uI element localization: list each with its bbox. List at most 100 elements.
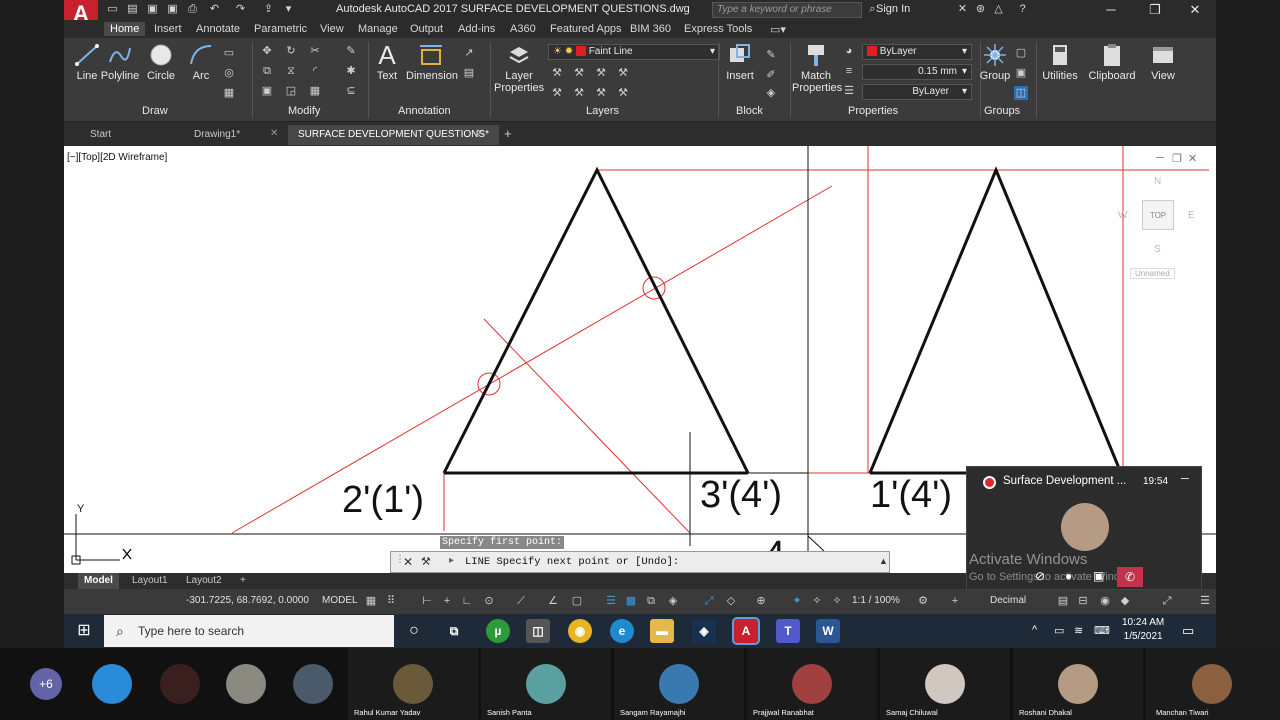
compass-east[interactable]: E	[1188, 210, 1195, 221]
lineweight-toggle-icon[interactable]: ☰	[604, 594, 618, 608]
viewport-close-icon[interactable]: ✕	[1188, 152, 1197, 165]
edge-icon[interactable]: e	[610, 619, 634, 643]
steam-icon[interactable]: ◈	[692, 619, 716, 643]
viewcube-top-face[interactable]: TOP	[1142, 200, 1174, 230]
new-tab-icon[interactable]: +	[504, 126, 512, 141]
share-icon[interactable]: ⇪	[262, 3, 275, 16]
infer-constraints-icon[interactable]: ⊢	[420, 594, 434, 608]
modify-panel-label[interactable]: Modify	[288, 105, 320, 117]
notifications-icon[interactable]: ▭	[1182, 623, 1194, 639]
word-icon[interactable]: W	[816, 619, 840, 643]
tab-home[interactable]: Home	[104, 22, 146, 36]
model-space-button[interactable]: MODEL	[322, 595, 358, 606]
help-icon[interactable]: ?	[1016, 3, 1029, 16]
minimize-button[interactable]: ─	[1092, 0, 1130, 20]
annotation-panel-label[interactable]: Annotation	[398, 105, 451, 117]
quick-properties-icon[interactable]: ▤	[1056, 594, 1070, 608]
workspace-gear-icon[interactable]: ⚙	[916, 594, 930, 608]
store-icon[interactable]: ◫	[526, 619, 550, 643]
layer-properties-button[interactable]: Layer Properties	[494, 42, 544, 94]
layer-tool-icon[interactable]: ⚒	[550, 86, 564, 100]
dynamic-ucs-icon[interactable]: ⤢	[702, 594, 716, 608]
tab-annotate[interactable]: Annotate	[190, 22, 246, 36]
groups-panel-label[interactable]: Groups	[984, 105, 1020, 117]
hang-up-icon[interactable]: ✆	[1117, 567, 1143, 587]
gizmo-icon[interactable]: ⊕	[754, 594, 768, 608]
dynamic-input-icon[interactable]: +	[440, 594, 454, 608]
clean-screen-icon[interactable]: ⤢	[1160, 594, 1174, 608]
snap-icon[interactable]: ⠿	[384, 594, 398, 608]
redo-icon[interactable]: ↷	[234, 3, 247, 16]
table-icon[interactable]: ▤	[462, 66, 476, 80]
tray-chevron-icon[interactable]: ^	[1032, 624, 1037, 636]
meeting-mini-window[interactable]: Surface Development ... 19:54 ─ Activate…	[966, 466, 1202, 590]
copy-icon[interactable]: ⧉	[260, 64, 274, 78]
grid-icon[interactable]: ▦	[364, 594, 378, 608]
layer-tool-icon[interactable]: ⚒	[594, 86, 608, 100]
participant-tile[interactable]: Sangam Rayamajhi	[614, 648, 744, 720]
scale-icon[interactable]: ◲	[284, 84, 298, 98]
annotation-visibility-icon[interactable]: ✦	[790, 594, 804, 608]
autoscale-icon[interactable]: ✧	[810, 594, 824, 608]
viewport-restore-icon[interactable]: ❐	[1172, 152, 1182, 165]
minimize-meeting-icon[interactable]: ─	[1181, 473, 1189, 485]
tab-layout2[interactable]: Layout2	[180, 573, 228, 589]
offset-icon[interactable]: ⊆	[344, 84, 358, 98]
participant-tile[interactable]: Roshani Dhakal	[1013, 648, 1143, 720]
properties-panel-label[interactable]: Properties	[848, 105, 898, 117]
isolate-objects-icon[interactable]: ◆	[1118, 594, 1132, 608]
tab-view[interactable]: View	[314, 22, 350, 36]
keyword-search-input[interactable]: Type a keyword or phrase	[712, 2, 862, 18]
more-participants-badge[interactable]: +6	[30, 668, 62, 700]
doc-tab-surface-development[interactable]: SURFACE DEVELOPMENT QUESTIONS*	[288, 125, 499, 145]
layer-tool-icon[interactable]: ⚒	[572, 66, 586, 80]
fillet-icon[interactable]: ◜	[308, 64, 322, 78]
layer-tool-icon[interactable]: ⚒	[550, 66, 564, 80]
taskbar-search-input[interactable]: Type here to search	[104, 615, 394, 647]
dimension-button[interactable]: Dimension	[406, 42, 458, 82]
share-screen-icon[interactable]: ▣	[1093, 569, 1104, 583]
tab-manage[interactable]: Manage	[352, 22, 404, 36]
draw-panel-label[interactable]: Draw	[142, 105, 168, 117]
transparency-icon[interactable]: ▩	[624, 594, 638, 608]
teams-icon[interactable]: T	[776, 619, 800, 643]
stay-connected-icon[interactable]: ⊛	[974, 3, 987, 16]
doc-tab-drawing1[interactable]: Drawing1*	[184, 125, 250, 145]
selection-cycling-icon[interactable]: ⧉	[644, 594, 658, 608]
hardware-acceleration-icon[interactable]: ◉	[1098, 594, 1112, 608]
open-folder-icon[interactable]: ▤	[126, 3, 139, 16]
compass-west[interactable]: W	[1118, 210, 1127, 221]
clipboard-button[interactable]: Clipboard	[1088, 42, 1136, 82]
layer-tool-icon[interactable]: ⚒	[616, 86, 630, 100]
coordinates-display[interactable]: -301.7225, 68.7692, 0.0000	[186, 595, 309, 606]
lock-ui-icon[interactable]: ⊟	[1076, 594, 1090, 608]
layer-dropdown[interactable]: ☀ ✹ Faint Line ▾	[548, 44, 720, 60]
leader-icon[interactable]: ↗	[462, 46, 476, 60]
close-window-button[interactable]: ✕	[1176, 0, 1214, 20]
layer-tool-icon[interactable]: ⚒	[594, 66, 608, 80]
erase-icon[interactable]: ✎	[344, 44, 358, 58]
undo-icon[interactable]: ↶	[208, 3, 221, 16]
view-button[interactable]: View	[1148, 42, 1178, 82]
quick-access-dropdown-icon[interactable]: ▾	[282, 3, 295, 16]
chrome-icon[interactable]: ◉	[568, 619, 592, 643]
tab-a360[interactable]: A360	[504, 22, 542, 36]
close-tab-icon[interactable]: ✕	[270, 128, 278, 139]
mirror-icon[interactable]: ⧖	[284, 64, 298, 78]
tab-bim360[interactable]: BIM 360	[624, 22, 677, 36]
restore-button[interactable]: ❐	[1136, 0, 1174, 20]
tab-layout1[interactable]: Layout1	[126, 573, 174, 589]
rotate-icon[interactable]: ↻	[284, 44, 298, 58]
keyboard-icon[interactable]: ⌨	[1094, 624, 1110, 637]
move-icon[interactable]: ✥	[260, 44, 274, 58]
edit-block-icon[interactable]: ✐	[764, 68, 778, 82]
command-line[interactable]: ⋮ ✕ ⚒ ▸ LINE Specify next point or [Undo…	[390, 551, 890, 573]
participant-tile[interactable]: Prajjwal Ranabhat	[747, 648, 877, 720]
annotation-monitor-icon[interactable]: +	[948, 594, 962, 608]
participant-tile[interactable]: Sanish Panta	[481, 648, 611, 720]
wifi-icon[interactable]: ≋	[1074, 624, 1083, 637]
array-icon[interactable]: ▦	[308, 84, 322, 98]
selection-filter-icon[interactable]: ◇	[724, 594, 738, 608]
doc-tab-start[interactable]: Start	[80, 125, 121, 145]
rectangle-icon[interactable]: ▭	[222, 46, 236, 60]
